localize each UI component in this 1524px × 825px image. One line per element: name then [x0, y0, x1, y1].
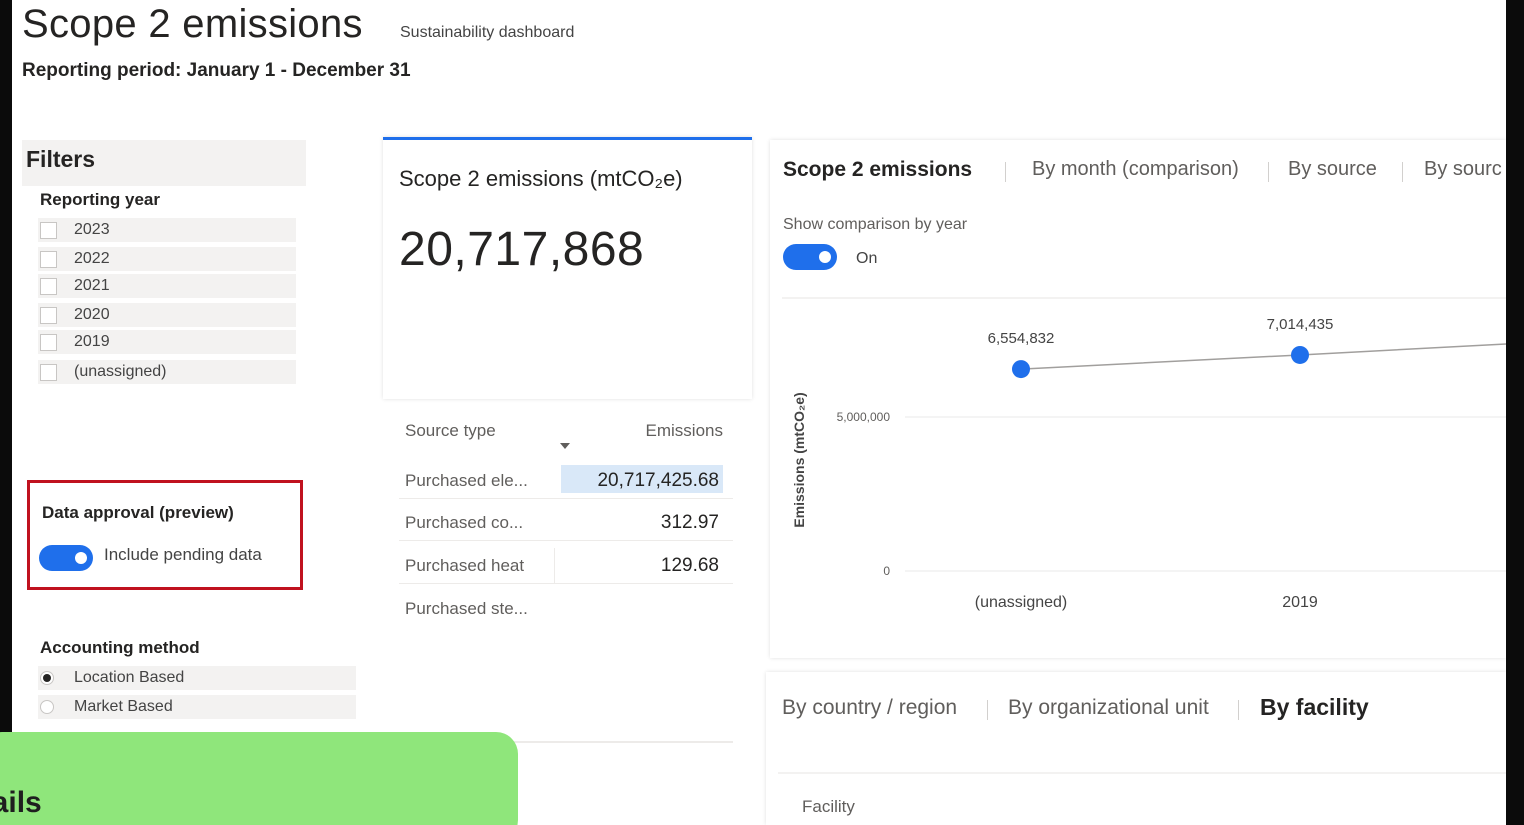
tab-separator	[1268, 162, 1269, 182]
filters-header: Filters	[22, 140, 306, 186]
emissions-chart-card: Scope 2 emissions By month (comparison) …	[770, 140, 1506, 658]
data-approval-title: Data approval (preview)	[42, 503, 234, 522]
cell-source-type: Purchased ele...	[405, 471, 528, 490]
cell-emissions: 129.68	[660, 555, 719, 576]
include-pending-toggle[interactable]	[39, 545, 93, 571]
year-option-2020[interactable]: 2020	[38, 303, 296, 327]
checkbox[interactable]	[40, 363, 57, 381]
checkbox[interactable]	[40, 250, 57, 268]
x-tick-label: 2019	[1282, 594, 1318, 611]
tab-by-month-comparison[interactable]: By month (comparison)	[1032, 158, 1239, 181]
emissions-line-chart: Emissions (mtCO₂e) 0 5,000,000 6,554,832 (…	[791, 316, 1506, 611]
table-row[interactable]: Purchased co... 312.97	[399, 505, 733, 541]
chart-divider	[782, 297, 1506, 299]
y-tick-label: 5,000,000	[837, 410, 891, 424]
checkbox[interactable]	[40, 221, 57, 239]
year-option-unassigned[interactable]: (unassigned)	[38, 360, 296, 384]
kpi-card[interactable]: Scope 2 emissions (mtCO₂e) 20,717,868	[383, 137, 752, 399]
cell-emissions: 312.97	[660, 512, 719, 533]
radio-button[interactable]	[40, 700, 54, 714]
column-header-source-type[interactable]: Source type	[405, 421, 496, 441]
right-edge-bar	[1506, 0, 1524, 825]
kpi-title: Scope 2 emissions (mtCO₂e)	[399, 166, 683, 191]
column-divider	[554, 548, 555, 584]
radio-market-based[interactable]: Market Based	[38, 695, 356, 719]
data-point[interactable]	[1012, 360, 1030, 379]
sort-down-icon[interactable]	[560, 443, 570, 449]
checkbox[interactable]	[40, 306, 57, 324]
tab-separator	[1238, 700, 1239, 720]
show-comparison-toggle[interactable]	[783, 244, 837, 270]
data-label: 6,554,832	[988, 330, 1055, 347]
toggle-knob	[819, 251, 831, 263]
toggle-knob	[75, 552, 87, 564]
left-edge-bar	[0, 0, 12, 825]
page-subtitle: Sustainability dashboard	[400, 24, 575, 41]
show-comparison-toggle-label: On	[856, 250, 878, 267]
year-option-2022[interactable]: 2022	[38, 247, 296, 271]
tab-by-facility[interactable]: By facility	[1260, 694, 1369, 721]
year-option-2023[interactable]: 2023	[38, 218, 296, 242]
series-line	[1020, 343, 1506, 370]
data-point[interactable]	[1291, 345, 1309, 364]
tab-by-organizational-unit[interactable]: By organizational unit	[1008, 696, 1209, 720]
breakdown-card: By country / region By organizational un…	[766, 672, 1506, 825]
table-row[interactable]: Purchased heat 129.68	[399, 548, 733, 584]
y-tick-label: 0	[883, 564, 890, 578]
table-row[interactable]: Purchased ste...	[399, 591, 733, 627]
overlay-caption-text: rails	[0, 786, 42, 819]
cell-source-type: Purchased heat	[405, 556, 525, 575]
cell-source-type: Purchased ste...	[405, 599, 528, 618]
tab-scope2-emissions[interactable]: Scope 2 emissions	[783, 158, 972, 182]
tab-separator	[1005, 162, 1006, 182]
data-label: 7,014,435	[1267, 316, 1334, 333]
checkbox[interactable]	[40, 277, 57, 295]
radio-button[interactable]	[40, 671, 54, 685]
bottom-divider	[778, 772, 1506, 774]
kpi-value: 20,717,868	[399, 223, 645, 276]
x-tick-label: (unassigned)	[975, 594, 1068, 611]
reporting-period: Reporting period: January 1 - December 3…	[22, 60, 411, 81]
source-type-table: Source type Emissions Purchased ele... 2…	[393, 405, 733, 743]
tab-by-source[interactable]: By source	[1288, 158, 1377, 181]
include-pending-label: Include pending data	[104, 545, 262, 564]
tab-by-source-2[interactable]: By sourc	[1424, 158, 1502, 181]
year-option-2019[interactable]: 2019	[38, 330, 296, 354]
overlay-caption-panel: rails	[0, 732, 518, 825]
cell-source-type: Purchased co...	[405, 513, 524, 532]
year-option-2021[interactable]: 2021	[38, 274, 296, 298]
accounting-method-label: Accounting method	[40, 638, 200, 657]
checkbox[interactable]	[40, 333, 57, 351]
cell-emissions: 20,717,425.68	[597, 470, 719, 491]
column-header-emissions[interactable]: Emissions	[646, 421, 723, 441]
table-row[interactable]: Purchased ele... 20,717,425.68	[399, 463, 733, 499]
tab-separator	[1402, 162, 1403, 182]
y-axis-title: Emissions (mtCO₂e)	[791, 392, 807, 527]
tab-separator	[987, 700, 988, 720]
reporting-year-label: Reporting year	[40, 190, 160, 209]
column-header-facility[interactable]: Facility	[802, 797, 855, 817]
radio-location-based[interactable]: Location Based	[38, 666, 356, 690]
data-approval-box: Data approval (preview) Include pending …	[27, 480, 303, 590]
tab-by-country-region[interactable]: By country / region	[782, 696, 957, 720]
page-title: Scope 2 emissions	[22, 2, 363, 46]
show-comparison-label: Show comparison by year	[783, 216, 968, 233]
